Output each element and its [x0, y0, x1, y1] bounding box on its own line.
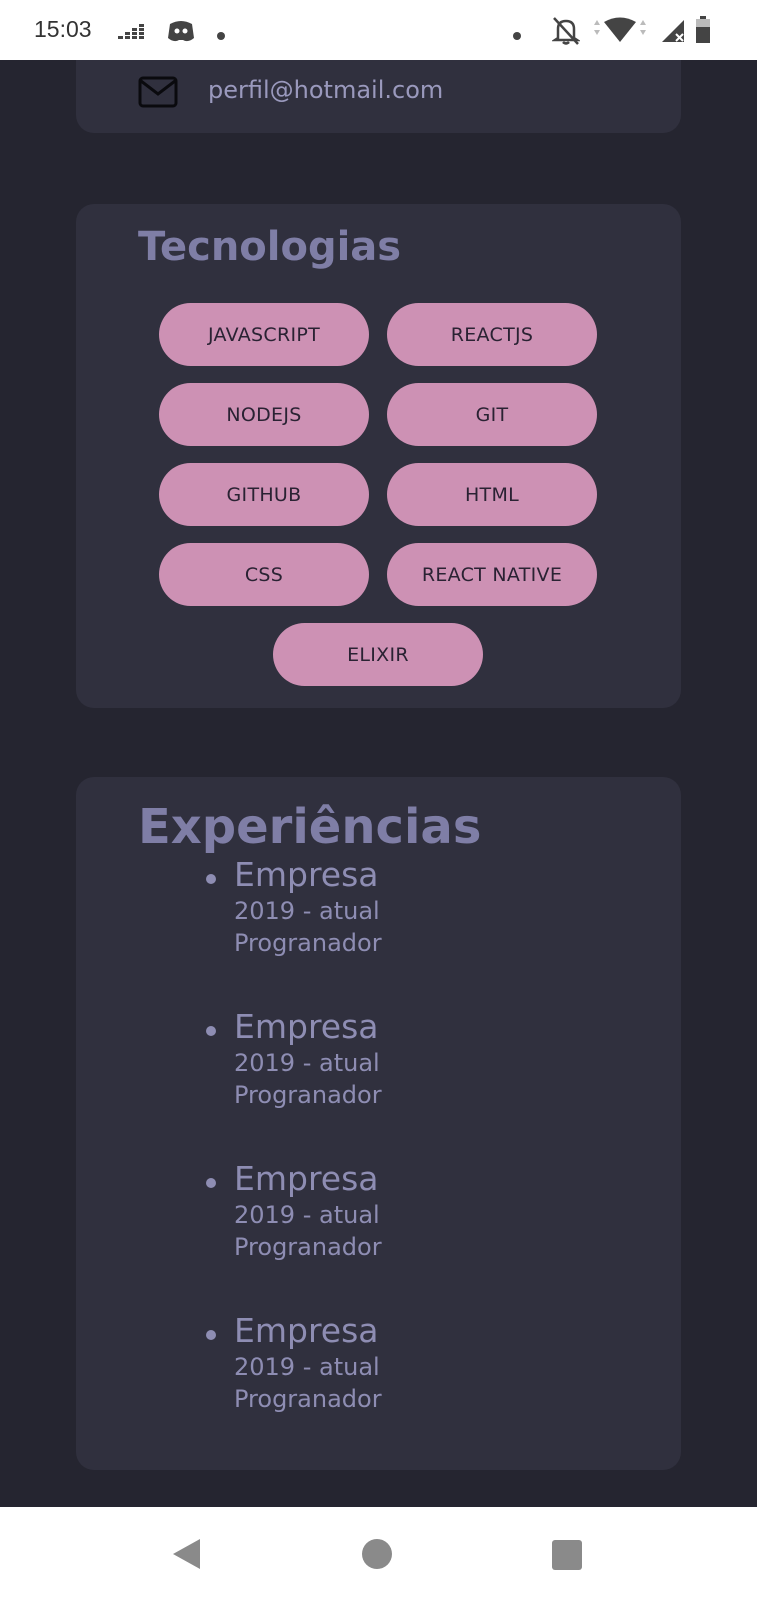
bell-off-icon — [550, 16, 582, 50]
tech-chip-html[interactable]: HTML — [387, 463, 597, 526]
technologies-chip-list: JAVASCRIPT REACTJS NODEJS GIT GITHUB HTM… — [159, 303, 597, 686]
bullet-icon — [206, 1330, 216, 1340]
experiences-card: Experiências Empresa 2019 - atual Progra… — [76, 777, 681, 1470]
experience-company: Empresa — [234, 1159, 379, 1198]
bullet-icon — [206, 874, 216, 884]
wifi-icon — [592, 16, 650, 48]
email-link[interactable]: perfil@hotmail.com — [208, 76, 443, 104]
status-time: 15:03 — [34, 16, 92, 42]
home-icon[interactable] — [361, 1538, 393, 1574]
tech-chip-css[interactable]: CSS — [159, 543, 369, 606]
tech-chip-javascript[interactable]: JAVASCRIPT — [159, 303, 369, 366]
experience-item: Empresa 2019 - atual Progranador — [206, 855, 382, 959]
recents-icon[interactable] — [551, 1539, 583, 1575]
navigation-bar — [0, 1507, 757, 1600]
experience-company: Empresa — [234, 1007, 379, 1046]
technologies-title: Tecnologias — [138, 224, 402, 270]
contact-card: perfil@hotmail.com — [76, 60, 681, 133]
mail-icon — [138, 76, 178, 112]
experiences-title: Experiências — [138, 799, 482, 855]
experience-role: Progranador — [234, 1233, 382, 1261]
battery-icon — [695, 16, 711, 48]
experience-period: 2019 - atual — [234, 1049, 380, 1077]
experiences-list: Empresa 2019 - atual Progranador Empresa… — [206, 855, 382, 1463]
experience-period: 2019 - atual — [234, 897, 380, 925]
experience-period: 2019 - atual — [234, 1353, 380, 1381]
tech-chip-git[interactable]: GIT — [387, 383, 597, 446]
experience-company: Empresa — [234, 1311, 379, 1350]
experience-role: Progranador — [234, 1081, 382, 1109]
experience-role: Progranador — [234, 1385, 382, 1413]
bullet-icon — [206, 1178, 216, 1188]
back-icon[interactable] — [170, 1537, 204, 1575]
experience-item: Empresa 2019 - atual Progranador — [206, 1311, 382, 1415]
bullet-icon — [206, 1026, 216, 1036]
tech-chip-github[interactable]: GITHUB — [159, 463, 369, 526]
notification-dot-icon — [512, 26, 522, 45]
experience-item: Empresa 2019 - atual Progranador — [206, 1007, 382, 1111]
discord-icon — [166, 18, 196, 48]
experience-role: Progranador — [234, 929, 382, 957]
experience-item: Empresa 2019 - atual Progranador — [206, 1159, 382, 1263]
profile-content[interactable]: perfil@hotmail.com Tecnologias JAVASCRIP… — [0, 60, 757, 1507]
signal-icon — [660, 18, 686, 48]
technologies-card: Tecnologias JAVASCRIPT REACTJS NODEJS GI… — [76, 204, 681, 708]
tech-chip-react-native[interactable]: REACT NATIVE — [387, 543, 597, 606]
notification-dot-icon — [216, 26, 226, 45]
experience-period: 2019 - atual — [234, 1201, 380, 1229]
tech-chip-reactjs[interactable]: REACTJS — [387, 303, 597, 366]
status-bar: 15:03 — [0, 0, 757, 60]
deezer-icon — [118, 22, 148, 44]
tech-chip-nodejs[interactable]: NODEJS — [159, 383, 369, 446]
tech-chip-elixir[interactable]: ELIXIR — [273, 623, 483, 686]
experience-company: Empresa — [234, 855, 379, 894]
